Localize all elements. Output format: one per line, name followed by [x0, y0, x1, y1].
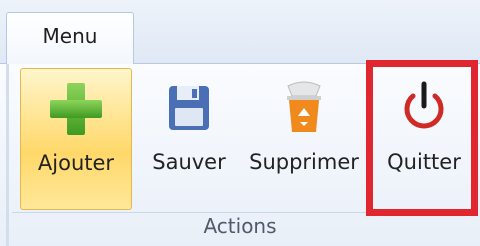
add-button-label: Ajouter	[37, 151, 115, 175]
delete-button[interactable]: Supprimer	[246, 68, 362, 210]
save-button[interactable]: Sauver	[138, 68, 240, 210]
annotation-highlight	[366, 60, 478, 216]
save-button-label: Sauver	[152, 150, 226, 174]
tab-menu[interactable]: Menu	[6, 12, 134, 64]
plus-icon	[48, 81, 104, 137]
recycle-bin-icon	[276, 80, 332, 136]
floppy-disk-icon	[161, 80, 217, 136]
group-label-actions: Actions	[203, 214, 277, 238]
add-button[interactable]: Ajouter	[20, 68, 132, 210]
delete-button-label: Supprimer	[249, 150, 359, 174]
